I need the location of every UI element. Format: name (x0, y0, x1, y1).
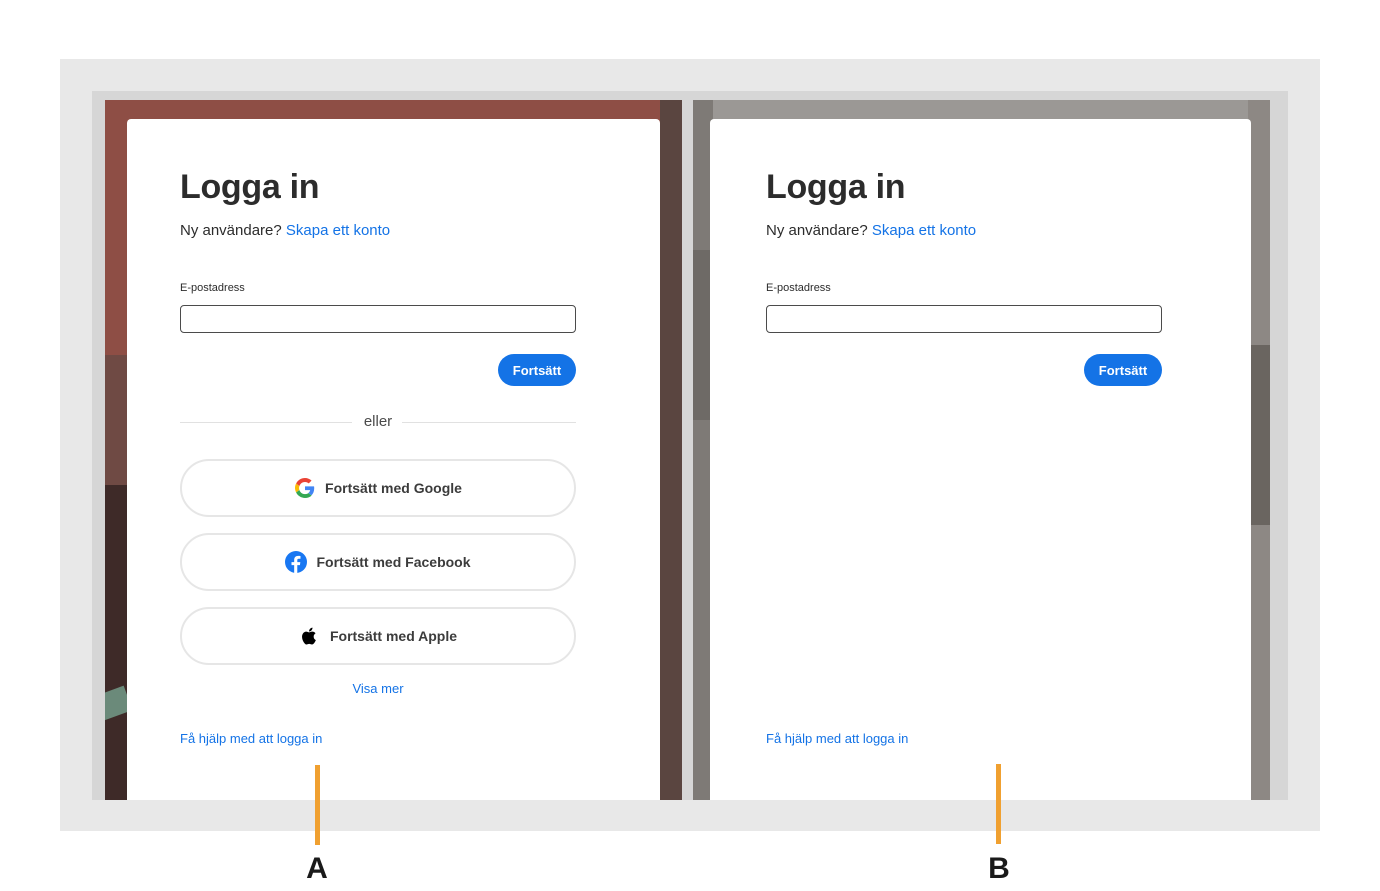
marker-label-a: A (306, 852, 328, 885)
email-label: E-postadress (766, 282, 831, 294)
background-shape (1248, 345, 1270, 525)
new-user-prompt: Ny användare? Skapa ett konto (766, 222, 976, 239)
continue-with-apple-button[interactable]: Fortsätt med Apple (180, 607, 576, 665)
google-label: Fortsätt med Google (325, 480, 462, 496)
new-user-prompt: Ny användare? Skapa ett konto (180, 222, 390, 239)
login-card-a: Logga in Ny användare? Skapa ett konto E… (127, 119, 660, 800)
create-account-link[interactable]: Skapa ett konto (872, 222, 976, 239)
email-input[interactable] (180, 305, 576, 333)
background-shape (660, 100, 682, 800)
page-title: Logga in (180, 168, 320, 206)
sign-in-help-link[interactable]: Få hjälp med att logga in (180, 731, 322, 746)
continue-button[interactable]: Fortsätt (1084, 354, 1162, 386)
sign-in-help-link[interactable]: Få hjälp med att logga in (766, 731, 908, 746)
email-label: E-postadress (180, 282, 245, 294)
facebook-icon (285, 551, 308, 573)
continue-with-google-button[interactable]: Fortsätt med Google (180, 459, 576, 517)
page-title: Logga in (766, 168, 906, 206)
apple-icon (299, 625, 321, 647)
login-card-b: Logga in Ny användare? Skapa ett konto E… (710, 119, 1251, 800)
or-divider: eller (180, 413, 576, 431)
continue-with-facebook-button[interactable]: Fortsätt med Facebook (180, 533, 576, 591)
new-user-text: Ny användare? (180, 222, 282, 239)
google-icon (294, 477, 316, 499)
facebook-label: Fortsätt med Facebook (316, 554, 471, 570)
continue-button[interactable]: Fortsätt (498, 354, 576, 386)
apple-label: Fortsätt med Apple (329, 628, 458, 644)
show-more-link[interactable]: Visa mer (180, 681, 576, 696)
marker-label-b: B (988, 852, 1010, 885)
marker-line-b (996, 764, 1001, 844)
new-user-text: Ny användare? (766, 222, 868, 239)
create-account-link[interactable]: Skapa ett konto (286, 222, 390, 239)
divider-text: eller (363, 413, 393, 430)
marker-line-a (315, 765, 320, 845)
email-input[interactable] (766, 305, 1162, 333)
